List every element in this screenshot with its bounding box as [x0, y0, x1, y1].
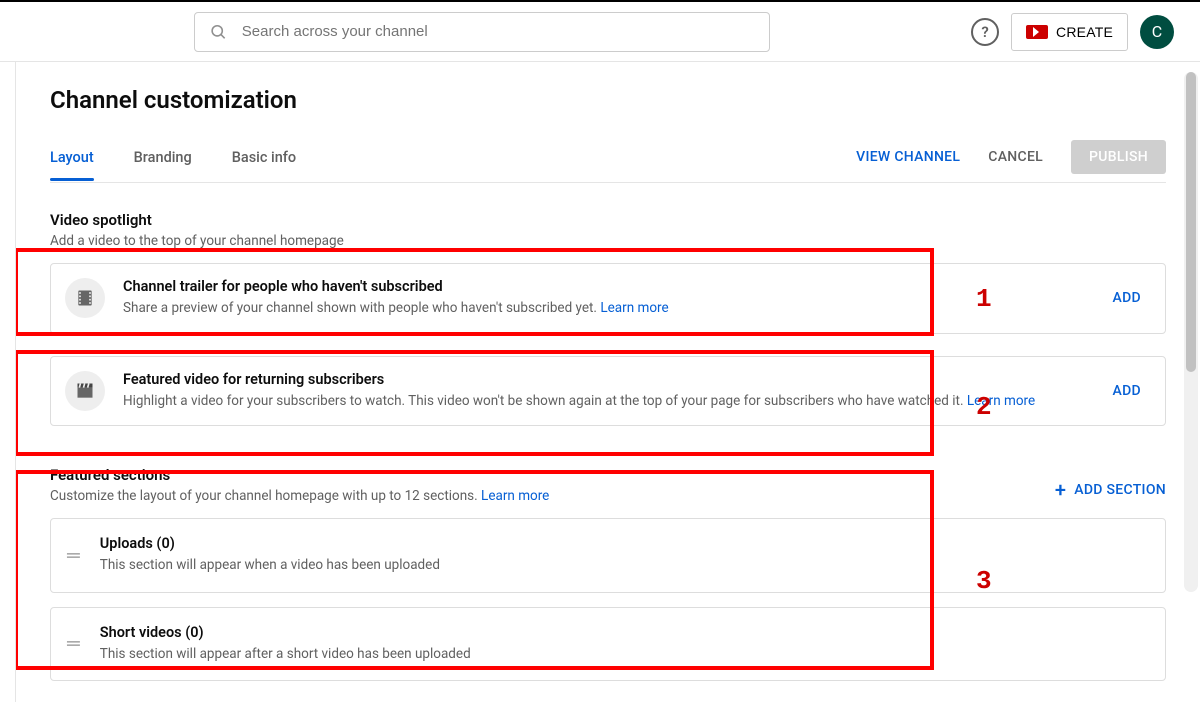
search-icon: [209, 22, 228, 42]
featured-sections-header: Featured sections Customize the layout o…: [50, 466, 1166, 504]
publish-button: PUBLISH: [1071, 140, 1166, 174]
avatar[interactable]: C: [1140, 15, 1174, 49]
scrollbar-thumb[interactable]: [1186, 72, 1196, 372]
learn-more-link[interactable]: Learn more: [600, 300, 668, 316]
left-sidebar-collapsed: [0, 62, 16, 702]
content-area: Channel customization Layout Branding Ba…: [16, 62, 1200, 702]
card-title: Featured video for returning subscribers: [123, 371, 1089, 388]
search-input[interactable]: [242, 23, 755, 40]
row-title: Short videos (0): [100, 624, 471, 641]
drag-handle-icon[interactable]: ═: [67, 633, 78, 654]
row-desc: This section will appear after a short v…: [100, 645, 471, 665]
clapperboard-icon: [65, 371, 105, 411]
scrollbar[interactable]: [1184, 72, 1198, 592]
add-featured-button[interactable]: ADD: [1107, 383, 1147, 399]
spotlight-title: Video spotlight: [50, 211, 1166, 229]
learn-more-link[interactable]: Learn more: [481, 488, 549, 504]
row-desc: This section will appear when a video ha…: [100, 556, 440, 576]
top-bar: ? CREATE C: [0, 0, 1200, 62]
search-box[interactable]: [194, 12, 770, 52]
view-channel-button[interactable]: VIEW CHANNEL: [856, 149, 960, 165]
card-title: Channel trailer for people who haven't s…: [123, 278, 1089, 295]
spotlight-subtitle: Add a video to the top of your channel h…: [50, 233, 1166, 249]
drag-handle-icon[interactable]: ═: [67, 545, 78, 566]
create-video-icon: [1026, 25, 1048, 39]
tab-layout[interactable]: Layout: [50, 143, 94, 180]
featured-title: Featured sections: [50, 466, 549, 484]
video-spotlight-header: Video spotlight Add a video to the top o…: [50, 211, 1166, 249]
tab-branding[interactable]: Branding: [134, 143, 192, 180]
create-label: CREATE: [1056, 24, 1113, 40]
cancel-button[interactable]: CANCEL: [988, 149, 1043, 165]
help-icon[interactable]: ?: [971, 18, 999, 46]
tab-basic-info[interactable]: Basic info: [232, 143, 296, 180]
channel-trailer-card: Channel trailer for people who haven't s…: [50, 263, 1166, 334]
add-trailer-button[interactable]: ADD: [1107, 290, 1147, 306]
card-desc: Share a preview of your channel shown wi…: [123, 299, 1089, 319]
featured-subtitle: Customize the layout of your channel hom…: [50, 488, 549, 504]
page-title: Channel customization: [50, 86, 1166, 114]
create-button[interactable]: CREATE: [1011, 13, 1128, 51]
card-desc: Highlight a video for your subscribers t…: [123, 392, 1089, 412]
annotation-label-1: 1: [976, 284, 992, 314]
add-section-button[interactable]: + ADD SECTION: [1055, 480, 1166, 500]
annotation-label-3: 3: [976, 566, 992, 596]
plus-icon: +: [1055, 480, 1066, 500]
section-row-uploads[interactable]: ═ Uploads (0) This section will appear w…: [50, 518, 1166, 593]
featured-video-card: Featured video for returning subscribers…: [50, 356, 1166, 427]
tabs-row: Layout Branding Basic info VIEW CHANNEL …: [50, 140, 1166, 183]
row-title: Uploads (0): [100, 535, 440, 552]
film-icon: [65, 278, 105, 318]
section-row-shorts[interactable]: ═ Short videos (0) This section will app…: [50, 607, 1166, 682]
annotation-label-2: 2: [976, 392, 992, 422]
